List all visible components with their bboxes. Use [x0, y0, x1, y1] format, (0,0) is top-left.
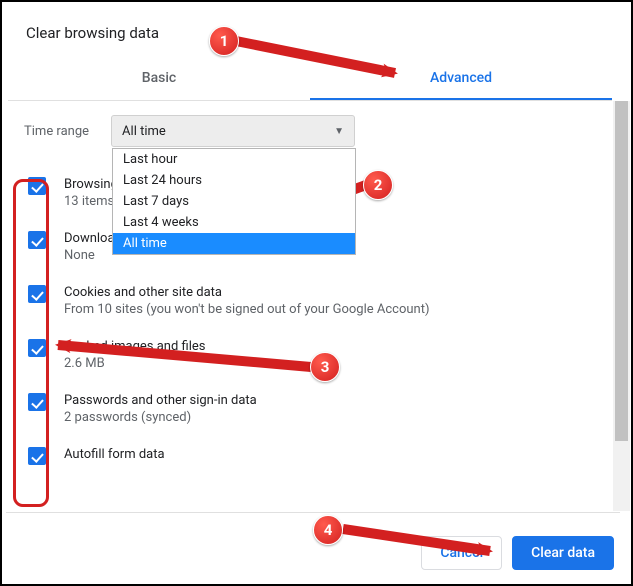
checkbox-cookies[interactable] [28, 285, 46, 303]
time-range-value: All time [122, 124, 166, 139]
item-title: Autofill form data [64, 447, 165, 462]
tabs: Basic Advanced [8, 58, 612, 101]
item-title: Cookies and other site data [64, 285, 429, 300]
option-last-4-weeks[interactable]: Last 4 weeks [113, 212, 355, 233]
tab-advanced[interactable]: Advanced [310, 58, 612, 100]
option-all-time[interactable]: All time [113, 233, 355, 254]
chevron-down-icon: ▼ [334, 126, 344, 137]
item-sub: 2 passwords (synced) [64, 410, 257, 425]
list-item: Autofill form data [24, 437, 612, 477]
option-last-hour[interactable]: Last hour [113, 149, 355, 170]
time-range-dropdown: Last hour Last 24 hours Last 7 days Last… [112, 148, 356, 255]
list-item: Cookies and other site data From 10 site… [24, 275, 612, 329]
clear-data-button[interactable]: Clear data [512, 536, 614, 570]
time-range-select[interactable]: All time ▼ Last hour Last 24 hours Last … [111, 115, 355, 147]
dialog-body: Time range All time ▼ Last hour Last 24 … [6, 101, 630, 511]
item-title: Cached images and files [64, 339, 205, 354]
checkbox-autofill[interactable] [28, 447, 46, 465]
checkbox-browsing-history[interactable] [28, 177, 46, 195]
clear-browsing-data-dialog: Clear browsing data Basic Advanced Time … [6, 6, 630, 584]
time-range-label: Time range [24, 124, 89, 139]
item-sub: From 10 sites (you won't be signed out o… [64, 302, 429, 317]
dialog-title: Clear browsing data [6, 6, 630, 58]
list-item: Cached images and files 2.6 MB [24, 329, 612, 383]
checkbox-download-history[interactable] [28, 231, 46, 249]
dialog-footer: Cancel Clear data [421, 536, 614, 570]
option-last-7-days[interactable]: Last 7 days [113, 191, 355, 212]
checkbox-passwords[interactable] [28, 393, 46, 411]
tab-basic[interactable]: Basic [8, 58, 310, 100]
scrollbar[interactable] [613, 101, 630, 511]
cancel-button[interactable]: Cancel [421, 536, 502, 570]
separator [6, 512, 620, 513]
scrollbar-thumb[interactable] [615, 101, 628, 441]
option-last-24-hours[interactable]: Last 24 hours [113, 170, 355, 191]
item-title: Passwords and other sign-in data [64, 393, 257, 408]
checkbox-cached[interactable] [28, 339, 46, 357]
list-item: Passwords and other sign-in data 2 passw… [24, 383, 612, 437]
item-sub: 2.6 MB [64, 356, 205, 371]
